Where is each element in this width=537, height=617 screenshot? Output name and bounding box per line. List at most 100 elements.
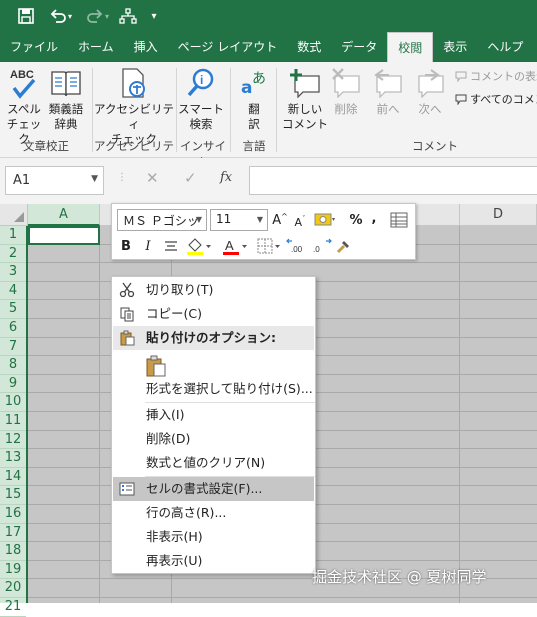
watermark: 掘金技术社区 @ 夏树同学 (312, 568, 487, 586)
row-header-8[interactable]: 8 (0, 356, 26, 375)
tab-view[interactable]: 表示 (433, 32, 477, 62)
row-headers: 1 2 3 4 5 6 7 8 9 10 11 12 13 14 15 16 17 18 19 20 21 (0, 226, 28, 617)
next-comment-button[interactable]: 次へ (412, 66, 448, 117)
increase-decimal-icon: .00 (286, 238, 303, 254)
insert-function-button[interactable]: fx (220, 170, 232, 185)
borders-icon (257, 238, 280, 254)
column-header-a[interactable]: A (28, 204, 100, 226)
show-comment-button[interactable]: コメントの表示 (455, 68, 537, 84)
row-header-2[interactable]: 2 (0, 245, 26, 264)
previous-comment-button[interactable]: 前へ (370, 66, 406, 117)
delete-comment-button[interactable]: 削除 (328, 66, 364, 117)
grow-font-button[interactable]: A ^ (272, 210, 288, 230)
row-header-16[interactable]: 16 (0, 505, 26, 524)
save-icon[interactable] (14, 5, 38, 27)
row-header-15[interactable]: 15 (0, 486, 26, 505)
title-bar: ▾ ▾ ▾ (0, 0, 537, 32)
row-header-7[interactable]: 7 (0, 338, 26, 357)
row-header-6[interactable]: 6 (0, 319, 26, 338)
select-all-button[interactable] (0, 204, 28, 226)
borders-button[interactable] (254, 235, 284, 257)
column-header-d[interactable]: D (460, 204, 537, 226)
row-header-5[interactable]: 5 (0, 300, 26, 319)
row-header-18[interactable]: 18 (0, 542, 26, 561)
tab-formulas[interactable]: 数式 (287, 32, 331, 62)
shrink-font-button[interactable]: Aˇ (292, 212, 308, 232)
tab-help[interactable]: ヘルプ (477, 32, 533, 62)
translate-button[interactable]: aあ 翻 訳 (234, 66, 274, 132)
customize-icon[interactable]: ▾ (146, 5, 162, 27)
row-header-10[interactable]: 10 (0, 393, 26, 412)
row-header-20[interactable]: 20 (0, 579, 26, 598)
name-box[interactable]: A1 ▼ (5, 166, 104, 195)
tab-review[interactable]: 校閲 (387, 32, 434, 62)
tab-home[interactable]: ホーム (68, 32, 124, 62)
comma-style-button[interactable]: , (368, 208, 380, 228)
enter-icon[interactable]: ✓ (184, 169, 197, 187)
new-comment-button[interactable]: 新しい コメント (280, 66, 330, 132)
menu-item-hide[interactable]: 非表示(H) (113, 525, 314, 549)
formula-input[interactable] (249, 166, 537, 195)
align-center-icon (165, 241, 177, 251)
row-header-14[interactable]: 14 (0, 468, 26, 487)
menu-item-unhide[interactable]: 再表示(U) (113, 549, 314, 573)
row-header-4[interactable]: 4 (0, 282, 26, 301)
menu-item-clear-contents[interactable]: 数式と値のクリア(N) (113, 451, 314, 475)
formula-bar: A1 ▼ ⋮ ✕ ✓ fx (0, 158, 537, 204)
menu-item-delete[interactable]: 削除(D) (113, 427, 314, 451)
row-header-3[interactable]: 3 (0, 263, 26, 282)
menu-header-paste-options: 貼り付けのオプション: (113, 326, 314, 350)
fill-bucket-icon (187, 238, 211, 255)
ribbon: ABC スペル チェック 類義語 辞典 アクセシビリティ チェック i スマート… (0, 62, 537, 169)
group-label-language: 言語 (242, 139, 266, 153)
format-cells-icon (119, 481, 135, 497)
active-cell-a1[interactable] (28, 226, 100, 245)
bold-button[interactable]: B (118, 236, 134, 256)
tab-page-layout[interactable]: ページ レイアウト (168, 32, 288, 62)
tab-data[interactable]: データ (331, 32, 387, 62)
row-header-13[interactable]: 13 (0, 449, 26, 468)
menu-item-insert[interactable]: 挿入(I) (113, 403, 314, 427)
format-painter-button[interactable] (334, 236, 354, 256)
tree-icon[interactable] (116, 5, 140, 27)
tab-file[interactable]: ファイル (0, 32, 68, 62)
format-table-button[interactable] (388, 210, 410, 230)
select-all-icon (14, 212, 24, 222)
smart-lookup-button[interactable]: i スマート 検索 (178, 66, 224, 132)
undo-icon[interactable]: ▾ (46, 5, 76, 27)
font-name-select[interactable]: ＭＳ Ｐゴシッ ▼ (117, 209, 207, 231)
menu-item-row-height[interactable]: 行の高さ(R)... (113, 501, 314, 525)
menu-item-format-cells[interactable]: セルの書式設定(F)... (113, 477, 314, 501)
font-color-button[interactable]: A (220, 235, 250, 257)
row-header-1[interactable]: 1 (0, 226, 26, 245)
cancel-icon[interactable]: ✕ (146, 169, 159, 187)
increase-decimal-button[interactable]: .00 (286, 236, 308, 256)
row-header-11[interactable]: 11 (0, 412, 26, 431)
row-header-9[interactable]: 9 (0, 375, 26, 394)
arrow-up-icon: ^ (281, 211, 288, 221)
row-header-12[interactable]: 12 (0, 431, 26, 450)
row-header-17[interactable]: 17 (0, 524, 26, 543)
redo-icon[interactable]: ▾ (84, 5, 112, 27)
font-size-select[interactable]: 11 ▼ (210, 209, 268, 231)
all-comments-icon (455, 94, 467, 105)
decrease-decimal-button[interactable]: .0 (310, 236, 332, 256)
row-header-19[interactable]: 19 (0, 561, 26, 580)
align-center-button[interactable] (162, 236, 180, 256)
row-header-21[interactable]: 21 (0, 598, 26, 617)
all-comments-button[interactable]: すべてのコメント (455, 91, 537, 107)
thesaurus-button[interactable]: 類義語 辞典 (46, 66, 86, 132)
svg-text:ABC: ABC (10, 69, 34, 81)
menu-item-paste-special[interactable]: 形式を選択して貼り付け(S)... (113, 377, 314, 401)
menu-item-cut[interactable]: 切り取り(T) (113, 278, 314, 302)
fill-color-button[interactable] (184, 235, 214, 257)
show-comment-icon (455, 71, 467, 82)
accessibility-check-button[interactable]: アクセシビリティ チェック (94, 66, 174, 147)
menu-item-copy[interactable]: コピー(C) (113, 302, 314, 326)
percent-style-button[interactable]: % (348, 210, 364, 230)
italic-button[interactable]: I (140, 236, 156, 256)
spell-check-button[interactable]: ABC スペル チェック (4, 66, 44, 147)
tab-insert[interactable]: 挿入 (124, 32, 168, 62)
ribbon-separator (230, 68, 231, 152)
number-format-button[interactable] (312, 210, 338, 230)
